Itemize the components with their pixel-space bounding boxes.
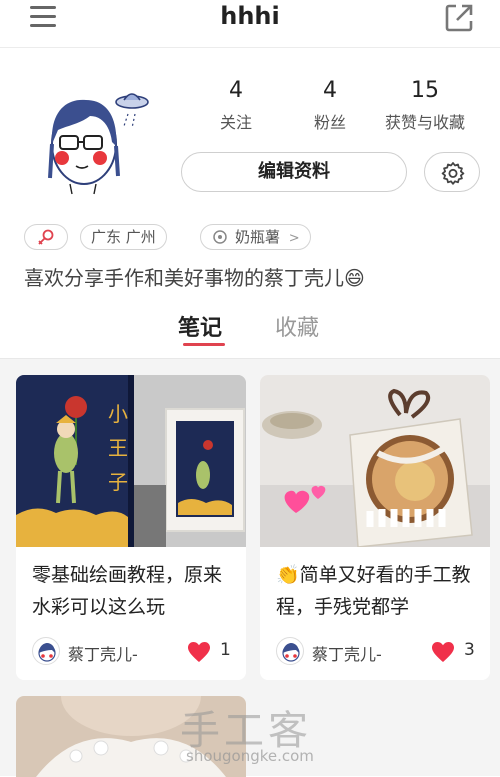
tab-notes[interactable]: 笔记 — [178, 310, 222, 342]
female-icon — [38, 229, 54, 245]
bio-text: 喜欢分享手作和美好事物的蔡丁壳儿😄 — [24, 266, 365, 290]
svg-text:王: 王 — [108, 436, 128, 460]
note-cover-image — [260, 375, 490, 547]
stat-value: 4 — [323, 78, 337, 103]
stat-label: 粉丝 — [313, 113, 346, 132]
svg-text:小: 小 — [108, 402, 128, 426]
author-avatar[interactable] — [32, 637, 60, 665]
author-name[interactable]: 蔡丁壳儿- — [68, 641, 138, 665]
author-name[interactable]: 蔡丁壳儿- — [312, 641, 382, 665]
heart-icon[interactable] — [431, 641, 455, 663]
stat-label: 获赞与收藏 — [384, 113, 465, 132]
note-card[interactable]: 👏简单又好看的手工教程，手残党都学 蔡丁壳儿- 3 — [260, 375, 490, 680]
top-bar: hhhi — [0, 0, 500, 48]
note-card[interactable]: 小 王 子 零基础绘画教程，原来水彩可以这么玩 蔡丁壳儿- 1 — [16, 375, 246, 680]
constellation-label: 奶瓶薯 — [235, 228, 281, 246]
constellation-icon — [213, 230, 227, 244]
stat-followers[interactable]: 4 粉丝 — [275, 78, 385, 133]
stat-likes-collects[interactable]: 15 获赞与收藏 — [370, 78, 480, 133]
chevron-right-icon: > — [288, 231, 300, 246]
constellation-tag[interactable]: 奶瓶薯 > — [200, 224, 311, 250]
svg-text:子: 子 — [108, 470, 128, 494]
watermark-url: shougongke.com — [186, 747, 314, 765]
heart-icon[interactable] — [187, 641, 211, 663]
author-avatar-image — [38, 643, 56, 662]
note-cover-image: 小 王 子 — [16, 375, 246, 547]
like-count: 3 — [464, 640, 475, 660]
tab-collections[interactable]: 收藏 — [275, 310, 319, 342]
note-title[interactable]: 👏简单又好看的手工教程，手残党都学 — [276, 559, 481, 623]
page-title: hhhi — [220, 2, 280, 30]
note-title[interactable]: 零基础绘画教程，原来水彩可以这么玩 — [32, 559, 237, 623]
like-count: 1 — [220, 640, 231, 660]
stat-value: 15 — [411, 78, 439, 103]
gender-tag — [24, 224, 68, 250]
edit-profile-button[interactable]: 编辑资料 — [181, 152, 407, 192]
author-avatar[interactable] — [276, 637, 304, 665]
author-avatar-image — [282, 643, 300, 662]
location-tag: 广东 广州 — [80, 224, 167, 250]
gear-icon — [441, 162, 465, 185]
active-tab-indicator — [183, 343, 225, 346]
avatar[interactable] — [40, 86, 158, 196]
settings-button[interactable] — [424, 152, 480, 192]
share-icon[interactable] — [444, 3, 474, 33]
